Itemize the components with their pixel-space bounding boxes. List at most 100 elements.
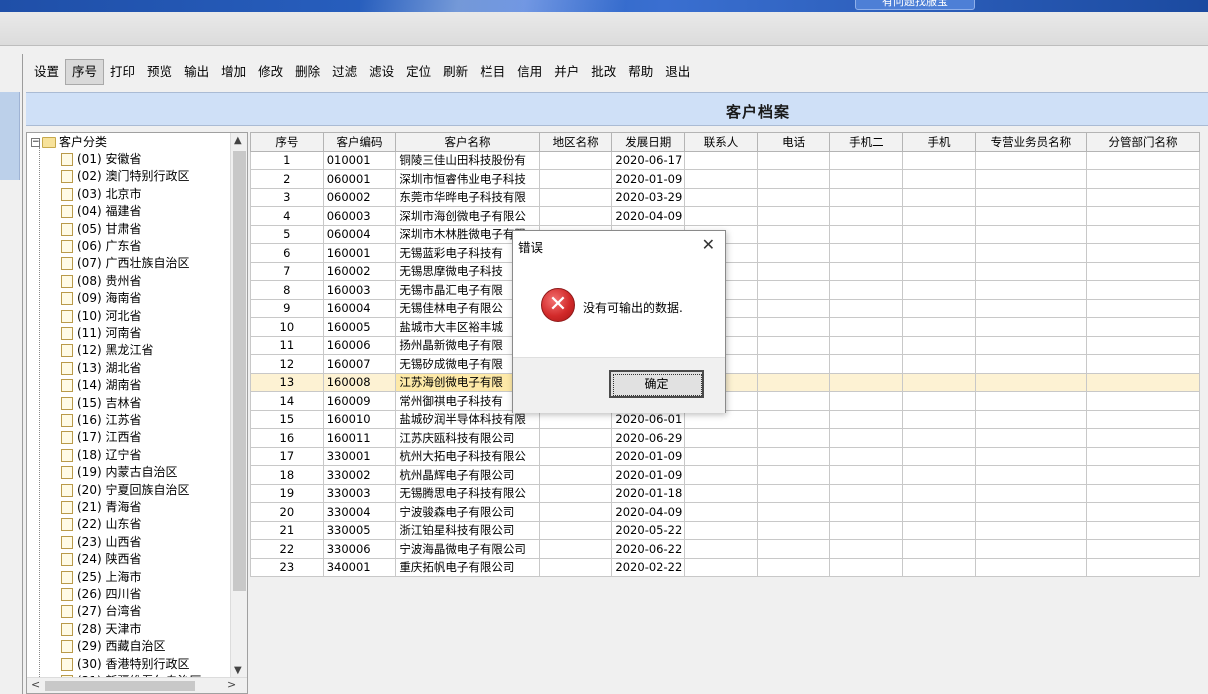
tree-root[interactable]: − 客户分类 — [31, 135, 107, 149]
table-cell[interactable]: 2020-03-29 — [611, 187, 686, 207]
toolbar-button[interactable]: 帮助 — [622, 59, 659, 85]
table-cell[interactable]: 16 — [250, 428, 324, 448]
tree-item[interactable]: (24) 陕西省 — [61, 551, 141, 568]
table-cell[interactable] — [1085, 354, 1201, 374]
table-cell[interactable] — [829, 317, 904, 337]
table-cell[interactable]: 2020-06-17 — [611, 150, 686, 170]
table-cell[interactable] — [684, 206, 758, 226]
table-cell[interactable] — [829, 465, 904, 485]
table-cell[interactable] — [829, 409, 904, 429]
table-cell[interactable] — [902, 372, 976, 392]
table-cell[interactable] — [1085, 150, 1201, 170]
table-cell[interactable] — [829, 428, 904, 448]
category-tree[interactable]: − 客户分类 (01) 安徽省 (02) 澳门特别行政区 (03) 北京市 (04) 福… — [26, 132, 248, 694]
table-cell[interactable] — [902, 280, 976, 300]
table-row[interactable]: 21 330005 浙江铂星科技有限公司 2020-05-22 — [250, 520, 1201, 540]
tree-item[interactable]: (10) 河北省 — [61, 308, 141, 325]
table-cell[interactable]: 23 — [250, 557, 324, 577]
tree-item[interactable]: (08) 贵州省 — [61, 273, 141, 290]
table-cell[interactable] — [1085, 446, 1201, 466]
table-cell[interactable]: 330003 — [322, 483, 397, 503]
table-cell[interactable]: 深圳市恒睿伟业电子科技 — [395, 169, 540, 189]
table-cell[interactable] — [829, 483, 904, 503]
table-cell[interactable]: 2020-04-09 — [611, 206, 686, 226]
table-cell[interactable] — [756, 539, 831, 559]
tree-item[interactable]: (12) 黑龙江省 — [61, 342, 153, 359]
toolbar-button[interactable]: 删除 — [289, 59, 326, 85]
table-cell[interactable] — [1085, 372, 1201, 392]
table-cell[interactable]: 17 — [250, 446, 324, 466]
table-cell[interactable] — [974, 539, 1087, 559]
table-cell[interactable] — [829, 557, 904, 577]
column-header[interactable]: 专营业务员名称 — [974, 132, 1087, 152]
table-cell[interactable]: 2020-05-22 — [611, 520, 686, 540]
tree-item[interactable]: (02) 澳门特别行政区 — [61, 168, 189, 185]
tree-item[interactable]: (19) 内蒙古自治区 — [61, 464, 177, 481]
table-cell[interactable] — [684, 187, 758, 207]
toolbar-button[interactable]: 批改 — [585, 59, 622, 85]
table-cell[interactable]: 8 — [250, 280, 324, 300]
table-cell[interactable] — [974, 391, 1087, 411]
table-cell[interactable] — [974, 150, 1087, 170]
table-row[interactable]: 18 330002 杭州晶辉电子有限公司 2020-01-09 — [250, 465, 1201, 485]
table-cell[interactable] — [974, 372, 1087, 392]
table-cell[interactable]: 2020-04-09 — [611, 502, 686, 522]
table-cell[interactable] — [902, 391, 976, 411]
table-cell[interactable] — [684, 539, 758, 559]
table-cell[interactable]: 060001 — [322, 169, 397, 189]
table-cell[interactable] — [1085, 502, 1201, 522]
table-cell[interactable] — [1085, 317, 1201, 337]
column-header[interactable]: 手机二 — [829, 132, 904, 152]
table-cell[interactable] — [829, 243, 904, 263]
table-cell[interactable]: 浙江铂星科技有限公司 — [395, 520, 540, 540]
table-cell[interactable] — [829, 391, 904, 411]
table-cell[interactable]: 6 — [250, 243, 324, 263]
column-header[interactable]: 分管部门名称 — [1085, 132, 1201, 152]
table-cell[interactable] — [756, 317, 831, 337]
table-cell[interactable] — [756, 502, 831, 522]
scroll-right-icon[interactable]: > — [227, 678, 236, 691]
table-cell[interactable] — [902, 187, 976, 207]
toolbar-button[interactable]: 过滤 — [326, 59, 363, 85]
table-cell[interactable] — [902, 446, 976, 466]
toolbar-button[interactable]: 打印 — [104, 59, 141, 85]
table-cell[interactable]: 2020-06-29 — [611, 428, 686, 448]
table-cell[interactable] — [902, 539, 976, 559]
table-cell[interactable] — [538, 428, 613, 448]
table-cell[interactable]: 330006 — [322, 539, 397, 559]
table-cell[interactable]: 铜陵三佳山田科技股份有 — [395, 150, 540, 170]
table-cell[interactable] — [1085, 169, 1201, 189]
table-cell[interactable] — [756, 280, 831, 300]
table-cell[interactable] — [1085, 261, 1201, 281]
table-cell[interactable]: 杭州晶辉电子有限公司 — [395, 465, 540, 485]
table-cell[interactable]: 340001 — [322, 557, 397, 577]
table-cell[interactable]: 2020-02-22 — [611, 557, 686, 577]
table-cell[interactable] — [902, 298, 976, 318]
table-cell[interactable] — [684, 465, 758, 485]
table-cell[interactable] — [538, 520, 613, 540]
table-cell[interactable]: 160010 — [322, 409, 397, 429]
table-cell[interactable]: 15 — [250, 409, 324, 429]
table-cell[interactable]: 3 — [250, 187, 324, 207]
table-cell[interactable] — [538, 169, 613, 189]
table-cell[interactable] — [902, 206, 976, 226]
table-cell[interactable] — [829, 150, 904, 170]
table-cell[interactable]: 160004 — [322, 298, 397, 318]
table-cell[interactable] — [684, 557, 758, 577]
table-cell[interactable] — [538, 206, 613, 226]
table-cell[interactable]: 重庆拓帆电子有限公司 — [395, 557, 540, 577]
table-cell[interactable] — [756, 428, 831, 448]
table-cell[interactable] — [684, 446, 758, 466]
table-cell[interactable] — [1085, 557, 1201, 577]
table-cell[interactable]: 2020-06-22 — [611, 539, 686, 559]
column-header[interactable]: 客户名称 — [395, 132, 540, 152]
table-cell[interactable] — [974, 428, 1087, 448]
table-cell[interactable] — [538, 465, 613, 485]
tree-item[interactable]: (11) 河南省 — [61, 325, 141, 342]
table-cell[interactable]: 160009 — [322, 391, 397, 411]
tree-item[interactable]: (03) 北京市 — [61, 186, 141, 203]
tree-item[interactable]: (07) 广西壮族自治区 — [61, 255, 189, 272]
table-cell[interactable] — [829, 520, 904, 540]
table-cell[interactable] — [829, 280, 904, 300]
table-cell[interactable] — [1085, 280, 1201, 300]
